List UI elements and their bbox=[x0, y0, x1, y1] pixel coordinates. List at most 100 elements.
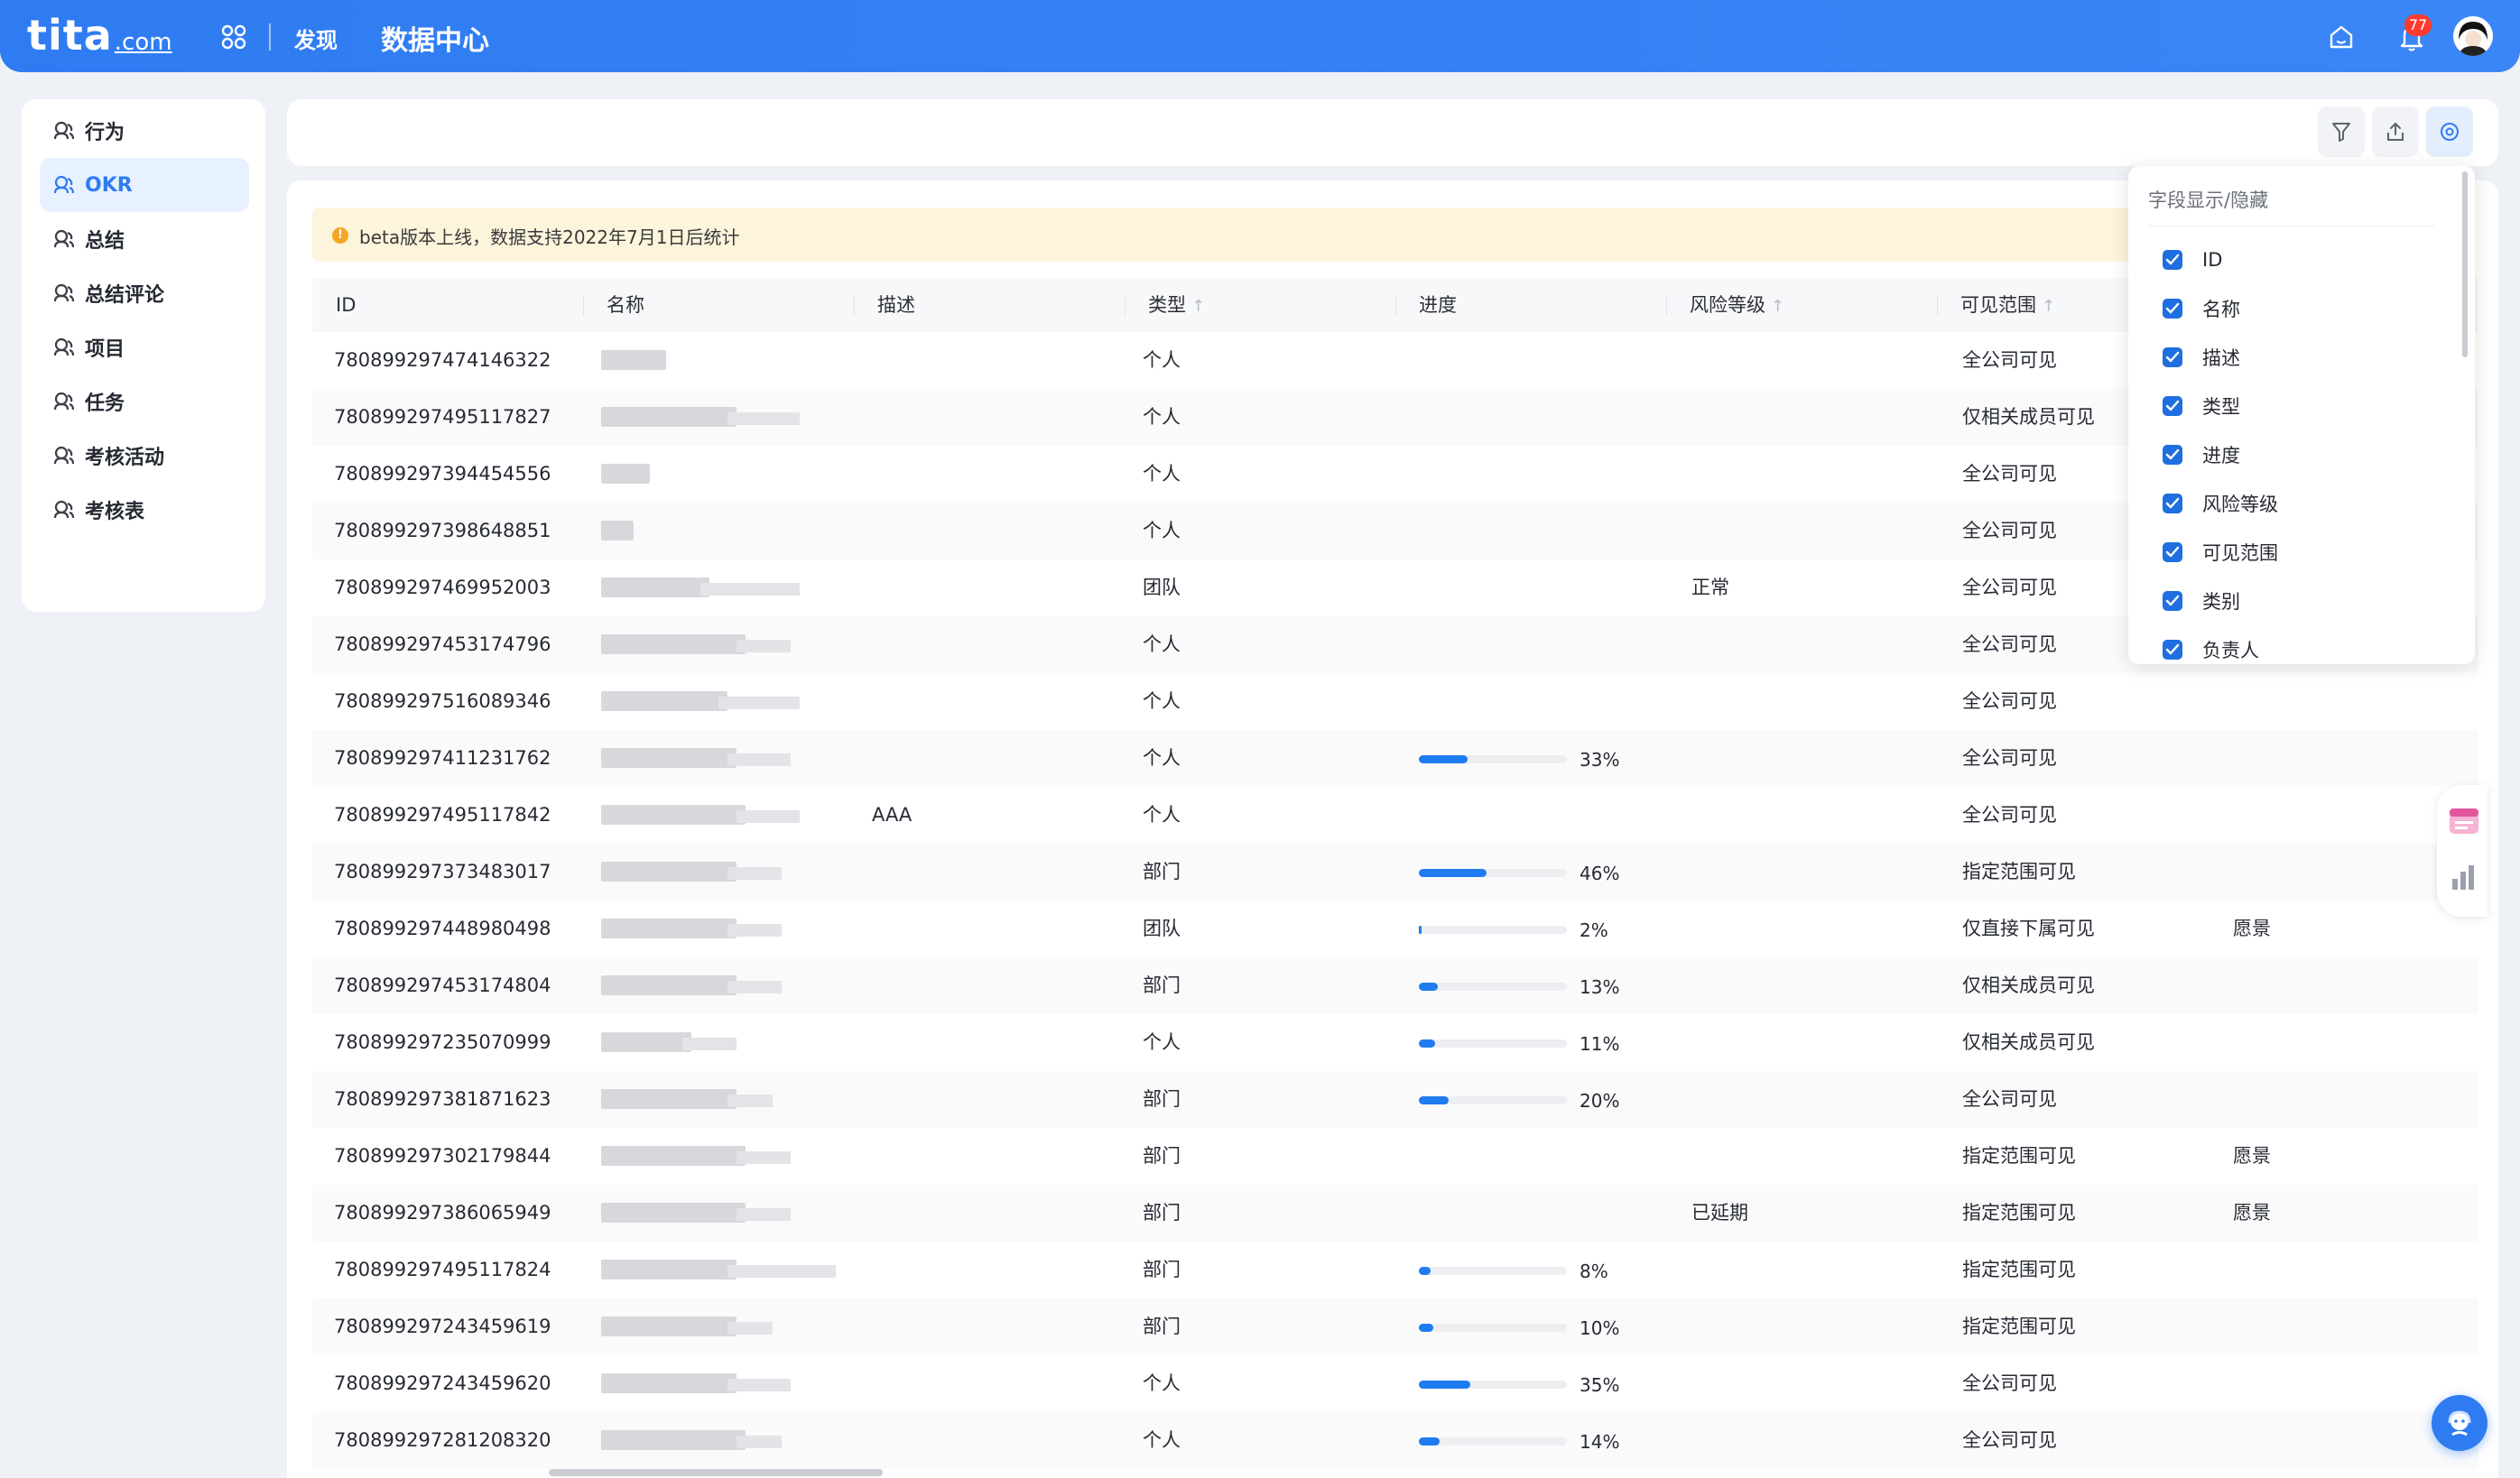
table-row[interactable]: 780899297516089346 个人 全公司可见 bbox=[312, 673, 2478, 730]
sidebar-item-5[interactable]: 任务 bbox=[40, 374, 249, 429]
checkbox[interactable] bbox=[2163, 542, 2182, 562]
table-row[interactable]: 780899297495117842 AAA 个人 全公司可见 bbox=[312, 787, 2478, 844]
column-header-3[interactable]: 类型 ↑ bbox=[1148, 278, 1205, 332]
sort-icon[interactable]: ↑ bbox=[2042, 297, 2055, 316]
row-name-redacted[interactable] bbox=[601, 464, 650, 484]
table-row[interactable]: 780899297386065949 部门 已延期 指定范围可见 愿景 bbox=[312, 1185, 2478, 1242]
row-name-redacted-tail bbox=[737, 640, 791, 652]
row-name-redacted[interactable] bbox=[601, 521, 634, 540]
progress-percent: 46% bbox=[1580, 863, 1620, 884]
row-name-redacted[interactable] bbox=[601, 407, 737, 427]
row-name-redacted[interactable] bbox=[601, 1089, 737, 1109]
sidebar-item-7[interactable]: 考核表 bbox=[40, 483, 249, 537]
checkbox[interactable] bbox=[2163, 445, 2182, 465]
field-toggle-1[interactable]: 名称 bbox=[2163, 289, 2240, 328]
progress-bar-fill bbox=[1419, 1096, 1449, 1104]
row-name-redacted[interactable] bbox=[601, 691, 727, 711]
progress-percent: 10% bbox=[1580, 1317, 1620, 1339]
table-row[interactable]: 780899297495117824 部门 8% 指定范围可见 bbox=[312, 1242, 2478, 1298]
user-avatar[interactable] bbox=[2453, 16, 2493, 56]
row-id: 780899297373483017 bbox=[334, 861, 551, 882]
table-row[interactable]: 780899297381871623 部门 20% 全公司可见 bbox=[312, 1071, 2478, 1128]
table-row[interactable]: 780899297235070999 个人 11% 仅相关成员可见 bbox=[312, 1014, 2478, 1071]
sidebar-item-2[interactable]: 总结 bbox=[40, 212, 249, 266]
sort-icon[interactable]: ↑ bbox=[1771, 297, 1784, 316]
field-toggle-4[interactable]: 进度 bbox=[2163, 435, 2240, 475]
popover-scrollbar[interactable] bbox=[2462, 171, 2468, 357]
table-row[interactable]: 780899297243459619 部门 10% 指定范围可见 bbox=[312, 1298, 2478, 1355]
checkbox[interactable] bbox=[2163, 494, 2182, 513]
column-divider[interactable] bbox=[1125, 296, 1126, 316]
checkbox[interactable] bbox=[2163, 396, 2182, 416]
table-row[interactable]: 780899297453174804 部门 13% 仅相关成员可见 bbox=[312, 957, 2478, 1014]
column-header-6[interactable]: 可见范围 ↑ bbox=[1960, 278, 2055, 332]
table-row[interactable]: 780899297448980498 团队 2% 仅直接下属可见 愿景 bbox=[312, 901, 2478, 957]
checkmark-icon bbox=[2165, 448, 2180, 460]
column-header-label: 名称 bbox=[607, 294, 644, 316]
sidebar: 行为 OKR 总结 总结评论 项目 任务 考核活动 考核表 bbox=[22, 99, 265, 612]
checkbox[interactable] bbox=[2163, 299, 2182, 319]
row-visibility: 指定范围可见 bbox=[1962, 1202, 2076, 1224]
field-toggle-3[interactable]: 类型 bbox=[2163, 386, 2240, 426]
progress-bar-fill bbox=[1419, 983, 1439, 991]
row-name-redacted[interactable] bbox=[601, 1430, 746, 1450]
table-row[interactable]: 780899297243459620 个人 35% 全公司可见 bbox=[312, 1355, 2478, 1412]
table-row[interactable]: 780899297302179844 部门 指定范围可见 愿景 bbox=[312, 1128, 2478, 1185]
customer-service-button[interactable] bbox=[2432, 1395, 2488, 1451]
nav-data-center-title[interactable]: 数据中心 bbox=[381, 18, 489, 58]
column-divider[interactable] bbox=[1937, 296, 1938, 316]
row-name-redacted[interactable] bbox=[601, 1203, 746, 1223]
column-divider[interactable] bbox=[1395, 296, 1396, 316]
row-name-redacted[interactable] bbox=[601, 577, 709, 597]
row-name-redacted[interactable] bbox=[601, 1032, 691, 1052]
table-row[interactable]: 780899297281208320 个人 14% 全公司可见 bbox=[312, 1412, 2478, 1469]
table-horizontal-scrollbar[interactable] bbox=[549, 1469, 883, 1476]
field-toggle-5[interactable]: 风险等级 bbox=[2163, 484, 2278, 523]
column-divider[interactable] bbox=[1666, 296, 1667, 316]
sidebar-item-4[interactable]: 项目 bbox=[40, 320, 249, 374]
row-name-redacted[interactable] bbox=[601, 1260, 737, 1279]
sidebar-item-1[interactable]: OKR bbox=[40, 158, 249, 212]
tita-logo[interactable]: tita.com bbox=[27, 11, 172, 60]
row-id: 780899297398648851 bbox=[334, 520, 551, 541]
row-name-redacted[interactable] bbox=[601, 748, 737, 768]
sidebar-item-0[interactable]: 行为 bbox=[40, 104, 249, 158]
field-toggle-0[interactable]: ID bbox=[2163, 240, 2222, 280]
field-toggle-8[interactable]: 负责人 bbox=[2163, 630, 2259, 670]
row-name-redacted[interactable] bbox=[601, 1373, 737, 1393]
row-name-redacted[interactable] bbox=[601, 975, 737, 995]
field-toggle-6[interactable]: 可见范围 bbox=[2163, 532, 2278, 572]
home-icon[interactable] bbox=[2327, 23, 2356, 51]
table-row[interactable]: 780899297373483017 部门 46% 指定范围可见 bbox=[312, 844, 2478, 901]
field-settings-button[interactable] bbox=[2426, 106, 2473, 157]
row-name-redacted[interactable] bbox=[601, 862, 737, 882]
apps-grid-icon[interactable] bbox=[220, 23, 247, 51]
column-header-5[interactable]: 风险等级 ↑ bbox=[1690, 278, 1784, 332]
column-header-label: ID bbox=[336, 294, 357, 316]
row-name-redacted[interactable] bbox=[601, 634, 746, 654]
field-toggle-7[interactable]: 类别 bbox=[2163, 581, 2240, 621]
checkbox[interactable] bbox=[2163, 640, 2182, 660]
checkbox[interactable] bbox=[2163, 591, 2182, 611]
nav-discover-link[interactable]: 发现 bbox=[294, 23, 338, 54]
column-divider[interactable] bbox=[583, 296, 584, 316]
column-header-2: 描述 bbox=[877, 278, 915, 332]
filter-button[interactable] bbox=[2318, 106, 2365, 157]
stats-widget-icon[interactable] bbox=[2448, 861, 2480, 893]
table-row[interactable]: 780899297411231762 个人 33% 全公司可见 bbox=[312, 730, 2478, 787]
sidebar-item-6[interactable]: 考核活动 bbox=[40, 429, 249, 483]
export-button[interactable] bbox=[2372, 106, 2419, 157]
row-name-redacted[interactable] bbox=[601, 350, 666, 370]
row-name-redacted[interactable] bbox=[601, 1146, 746, 1166]
column-divider[interactable] bbox=[854, 296, 855, 316]
sidebar-item-3[interactable]: 总结评论 bbox=[40, 266, 249, 320]
checkbox[interactable] bbox=[2163, 347, 2182, 367]
row-name-redacted[interactable] bbox=[601, 805, 746, 825]
checkbox[interactable] bbox=[2163, 250, 2182, 270]
row-name-redacted[interactable] bbox=[601, 1316, 737, 1336]
field-toggle-2[interactable]: 描述 bbox=[2163, 337, 2240, 377]
row-id: 780899297243459620 bbox=[334, 1372, 551, 1394]
row-name-redacted[interactable] bbox=[601, 919, 737, 938]
calendar-widget-icon[interactable] bbox=[2446, 803, 2482, 839]
sort-icon[interactable]: ↑ bbox=[1191, 297, 1205, 316]
